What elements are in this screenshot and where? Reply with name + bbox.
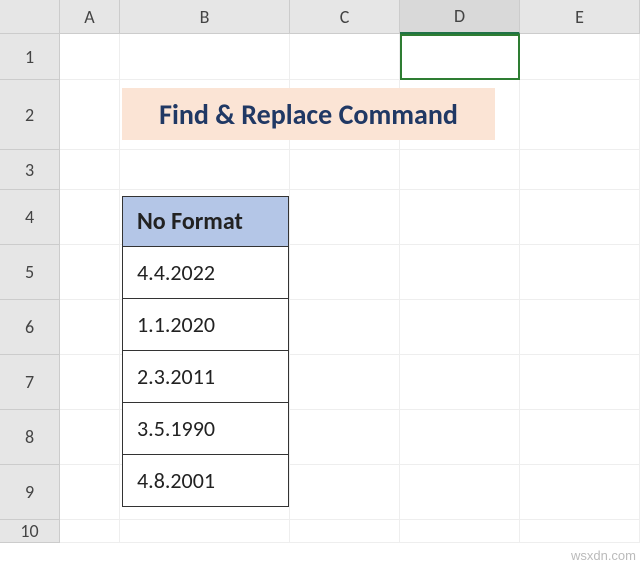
table-cell[interactable]: 2.3.2011	[123, 351, 289, 403]
cell-A9[interactable]	[60, 465, 120, 520]
watermark: wsxdn.com	[571, 548, 636, 563]
cell-E3[interactable]	[520, 150, 640, 190]
table-header-noformat[interactable]: No Format	[123, 197, 289, 247]
row-header-1[interactable]: 1	[0, 34, 60, 80]
cell-E10[interactable]	[520, 520, 640, 543]
table-row[interactable]: 4.8.2001	[123, 455, 289, 507]
cell-A3[interactable]	[60, 150, 120, 190]
row-header-3[interactable]: 3	[0, 150, 60, 190]
cell-A7[interactable]	[60, 355, 120, 410]
col-header-E[interactable]: E	[520, 0, 640, 34]
table-cell[interactable]: 4.4.2022	[123, 247, 289, 299]
table-row[interactable]: 1.1.2020	[123, 299, 289, 351]
row-header-10[interactable]: 10	[0, 520, 60, 543]
cell-B1[interactable]	[120, 34, 290, 80]
select-all-corner[interactable]	[0, 0, 60, 34]
cell-D1[interactable]	[400, 34, 520, 80]
row-header-2[interactable]: 2	[0, 80, 60, 150]
table-cell[interactable]: 1.1.2020	[123, 299, 289, 351]
cell-E9[interactable]	[520, 465, 640, 520]
col-header-A[interactable]: A	[60, 0, 120, 34]
cell-E5[interactable]	[520, 245, 640, 300]
row-header-8[interactable]: 8	[0, 410, 60, 465]
col-header-C[interactable]: C	[290, 0, 400, 34]
cell-B10[interactable]	[120, 520, 290, 543]
cell-E2[interactable]	[520, 80, 640, 150]
cell-C6[interactable]	[290, 300, 400, 355]
cell-E8[interactable]	[520, 410, 640, 465]
cell-E7[interactable]	[520, 355, 640, 410]
cell-D5[interactable]	[400, 245, 520, 300]
row-header-4[interactable]: 4	[0, 190, 60, 245]
row-header-5[interactable]: 5	[0, 245, 60, 300]
table-row[interactable]: 3.5.1990	[123, 403, 289, 455]
cell-A5[interactable]	[60, 245, 120, 300]
cell-C9[interactable]	[290, 465, 400, 520]
table-row[interactable]: 2.3.2011	[123, 351, 289, 403]
cell-A1[interactable]	[60, 34, 120, 80]
cell-E1[interactable]	[520, 34, 640, 80]
cell-C8[interactable]	[290, 410, 400, 465]
cell-C1[interactable]	[290, 34, 400, 80]
cell-D8[interactable]	[400, 410, 520, 465]
table-cell[interactable]: 3.5.1990	[123, 403, 289, 455]
cell-A10[interactable]	[60, 520, 120, 543]
col-header-D[interactable]: D	[400, 0, 520, 34]
table-row[interactable]: 4.4.2022	[123, 247, 289, 299]
cell-D10[interactable]	[400, 520, 520, 543]
cell-E4[interactable]	[520, 190, 640, 245]
cell-C3[interactable]	[290, 150, 400, 190]
cell-A8[interactable]	[60, 410, 120, 465]
cell-C4[interactable]	[290, 190, 400, 245]
cell-B3[interactable]	[120, 150, 290, 190]
cell-C5[interactable]	[290, 245, 400, 300]
cell-D3[interactable]	[400, 150, 520, 190]
cell-A2[interactable]	[60, 80, 120, 150]
cell-D6[interactable]	[400, 300, 520, 355]
row-header-6[interactable]: 6	[0, 300, 60, 355]
cell-A6[interactable]	[60, 300, 120, 355]
cell-C7[interactable]	[290, 355, 400, 410]
cell-D4[interactable]	[400, 190, 520, 245]
row-header-7[interactable]: 7	[0, 355, 60, 410]
col-header-B[interactable]: B	[120, 0, 290, 34]
page-title: Find & Replace Command	[122, 88, 495, 140]
cell-D9[interactable]	[400, 465, 520, 520]
data-table: No Format 4.4.2022 1.1.2020 2.3.2011 3.5…	[122, 196, 289, 507]
table-cell[interactable]: 4.8.2001	[123, 455, 289, 507]
cell-A4[interactable]	[60, 190, 120, 245]
row-header-9[interactable]: 9	[0, 465, 60, 520]
spreadsheet-grid: A B C D E 1 2 3 4 5 6 7 8 9	[0, 0, 642, 543]
cell-C10[interactable]	[290, 520, 400, 543]
cell-E6[interactable]	[520, 300, 640, 355]
cell-D7[interactable]	[400, 355, 520, 410]
